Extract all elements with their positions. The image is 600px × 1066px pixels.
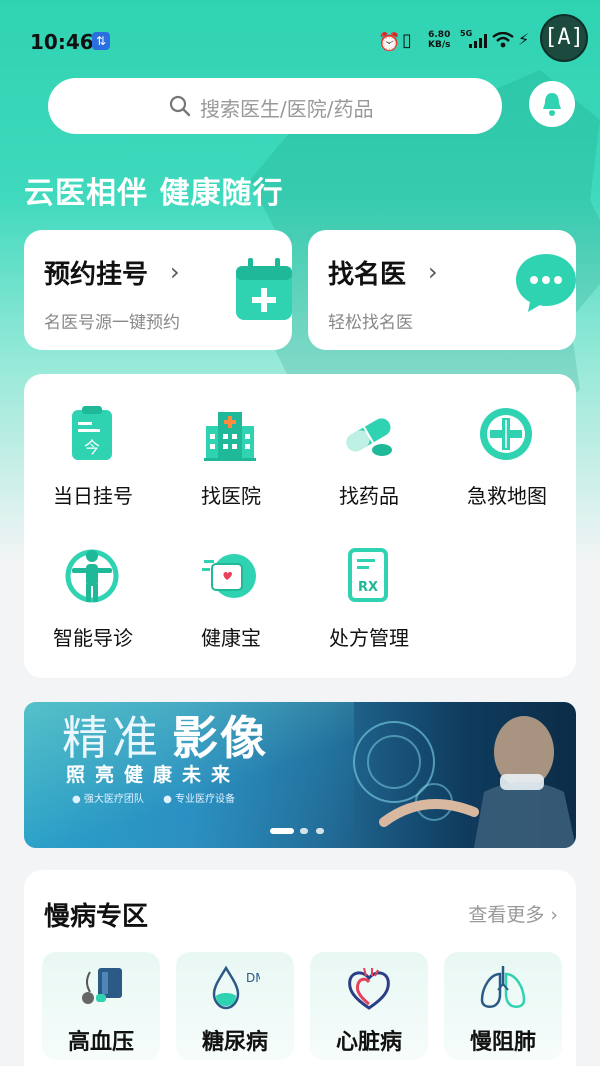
service-label: 当日挂号 xyxy=(53,484,133,508)
chronic-disease-section: 慢病专区 查看更多 › 高血压 DM 糖尿病 心脏病 xyxy=(24,870,576,1066)
service-label: 找医院 xyxy=(201,484,261,508)
service-label: 找药品 xyxy=(339,484,399,508)
service-label: 急救地图 xyxy=(467,484,547,508)
pill-icon xyxy=(346,418,392,456)
wifi-icon xyxy=(492,32,514,48)
service-emergency-map[interactable]: 急救地图 xyxy=(438,374,576,508)
appointment-title: 预约挂号 xyxy=(44,260,149,290)
charging-icon: ⚡ xyxy=(518,30,530,49)
service-today-registration[interactable]: 今 当日挂号 xyxy=(24,374,162,508)
chronic-diabetes[interactable]: DM 糖尿病 xyxy=(176,952,294,1060)
appointment-card[interactable]: 预约挂号 › 名医号源一键预约 xyxy=(24,230,292,350)
doctor-imaging-illustration xyxy=(353,716,576,848)
health-folder-icon xyxy=(202,554,256,598)
service-label: 智能导诊 xyxy=(53,626,133,650)
notifications-button[interactable] xyxy=(529,81,575,127)
pagination-dot xyxy=(300,828,308,834)
signal-icon xyxy=(469,34,487,48)
service-find-medicine[interactable]: 找药品 xyxy=(300,374,438,508)
lungs-icon xyxy=(480,966,526,1008)
banner-bullet: ● 强大医疗团队 xyxy=(72,794,144,805)
blood-pressure-icon xyxy=(82,968,122,1004)
emergency-icon xyxy=(480,408,532,460)
alarm-icon: ⏰ xyxy=(378,32,401,53)
search-input[interactable]: 搜索医生/医院/药品 xyxy=(48,78,502,134)
calendar-plus-icon xyxy=(236,258,292,320)
banner-subtitle: 照亮健康未来 xyxy=(66,764,241,786)
chronic-label: 糖尿病 xyxy=(201,1030,268,1055)
chronic-label: 心脏病 xyxy=(335,1030,402,1055)
chevron-right-icon: › xyxy=(428,258,438,286)
banner-pagination xyxy=(270,828,340,836)
slogan: 云医相伴 健康随行 xyxy=(24,176,284,211)
search-icon xyxy=(169,95,191,117)
service-smart-triage[interactable]: 智能导诊 xyxy=(24,516,162,650)
services-grid: 今 当日挂号 找医院 找药品 急救地图 智能导诊 健康宝 RX 处方管理 xyxy=(24,374,576,678)
chronic-heart-disease[interactable]: 心脏病 xyxy=(310,952,428,1060)
svg-text:今: 今 xyxy=(84,438,100,457)
service-label: 处方管理 xyxy=(329,626,409,650)
promo-banner[interactable]: 精准 影像 照亮健康未来 ● 强大医疗团队 ● 专业医疗设备 xyxy=(24,702,576,848)
find-doctor-subtitle: 轻松找名医 xyxy=(328,313,413,333)
pagination-dot-active xyxy=(270,828,294,834)
service-label: 健康宝 xyxy=(201,626,261,650)
banner-title-part2: 影像 xyxy=(172,711,268,765)
status-time: 10:46 xyxy=(30,30,94,54)
vibrate-icon: ▯ xyxy=(402,30,412,51)
person-target-icon xyxy=(65,549,119,603)
diabetes-drop-icon: DM xyxy=(212,965,260,1010)
banner-bullet: ● 专业医疗设备 xyxy=(163,794,235,805)
find-doctor-card[interactable]: 找名医 › 轻松找名医 xyxy=(308,230,576,350)
banner-title-part1: 精准 xyxy=(62,711,162,765)
heart-icon xyxy=(348,967,390,1010)
svg-text:DM: DM xyxy=(246,971,260,985)
service-health-treasure[interactable]: 健康宝 xyxy=(162,516,300,650)
bell-icon xyxy=(543,93,561,116)
prescription-icon: RX xyxy=(348,548,388,602)
usb-icon: ⇅ xyxy=(92,32,110,50)
find-doctor-title: 找名医 xyxy=(328,260,407,290)
pagination-dot xyxy=(316,828,324,834)
chronic-hypertension[interactable]: 高血压 xyxy=(42,952,160,1060)
chronic-label: 高血压 xyxy=(67,1030,134,1055)
view-more-link[interactable]: 查看更多 › xyxy=(468,900,558,927)
chevron-right-icon: › xyxy=(170,258,180,286)
chat-bubble-icon xyxy=(516,254,576,312)
search-placeholder: 搜索医生/医院/药品 xyxy=(200,97,374,121)
appointment-subtitle: 名医号源一键预约 xyxy=(44,313,180,333)
net-speed-unit: KB/s xyxy=(428,40,451,50)
chronic-copd[interactable]: 慢阻肺 xyxy=(444,952,562,1060)
service-find-hospital[interactable]: 找医院 xyxy=(162,374,300,508)
chronic-label: 慢阻肺 xyxy=(469,1030,536,1055)
clipboard-today-icon: 今 xyxy=(72,406,112,460)
banner-bullets: ● 强大医疗团队 ● 专业医疗设备 xyxy=(72,790,251,805)
accessibility-button[interactable]: [A] xyxy=(540,14,588,62)
service-prescription-management[interactable]: RX 处方管理 xyxy=(300,516,438,650)
section-title: 慢病专区 xyxy=(44,902,149,932)
network-speed: 6.80 KB/s xyxy=(428,30,450,50)
hospital-icon xyxy=(204,412,256,461)
svg-text:RX: RX xyxy=(358,580,378,595)
status-bar: 10:46 ⇅ ⏰ ▯ 6.80 KB/s 5G ⚡ [A] xyxy=(0,0,600,80)
net-speed-value: 6.80 xyxy=(428,30,451,40)
